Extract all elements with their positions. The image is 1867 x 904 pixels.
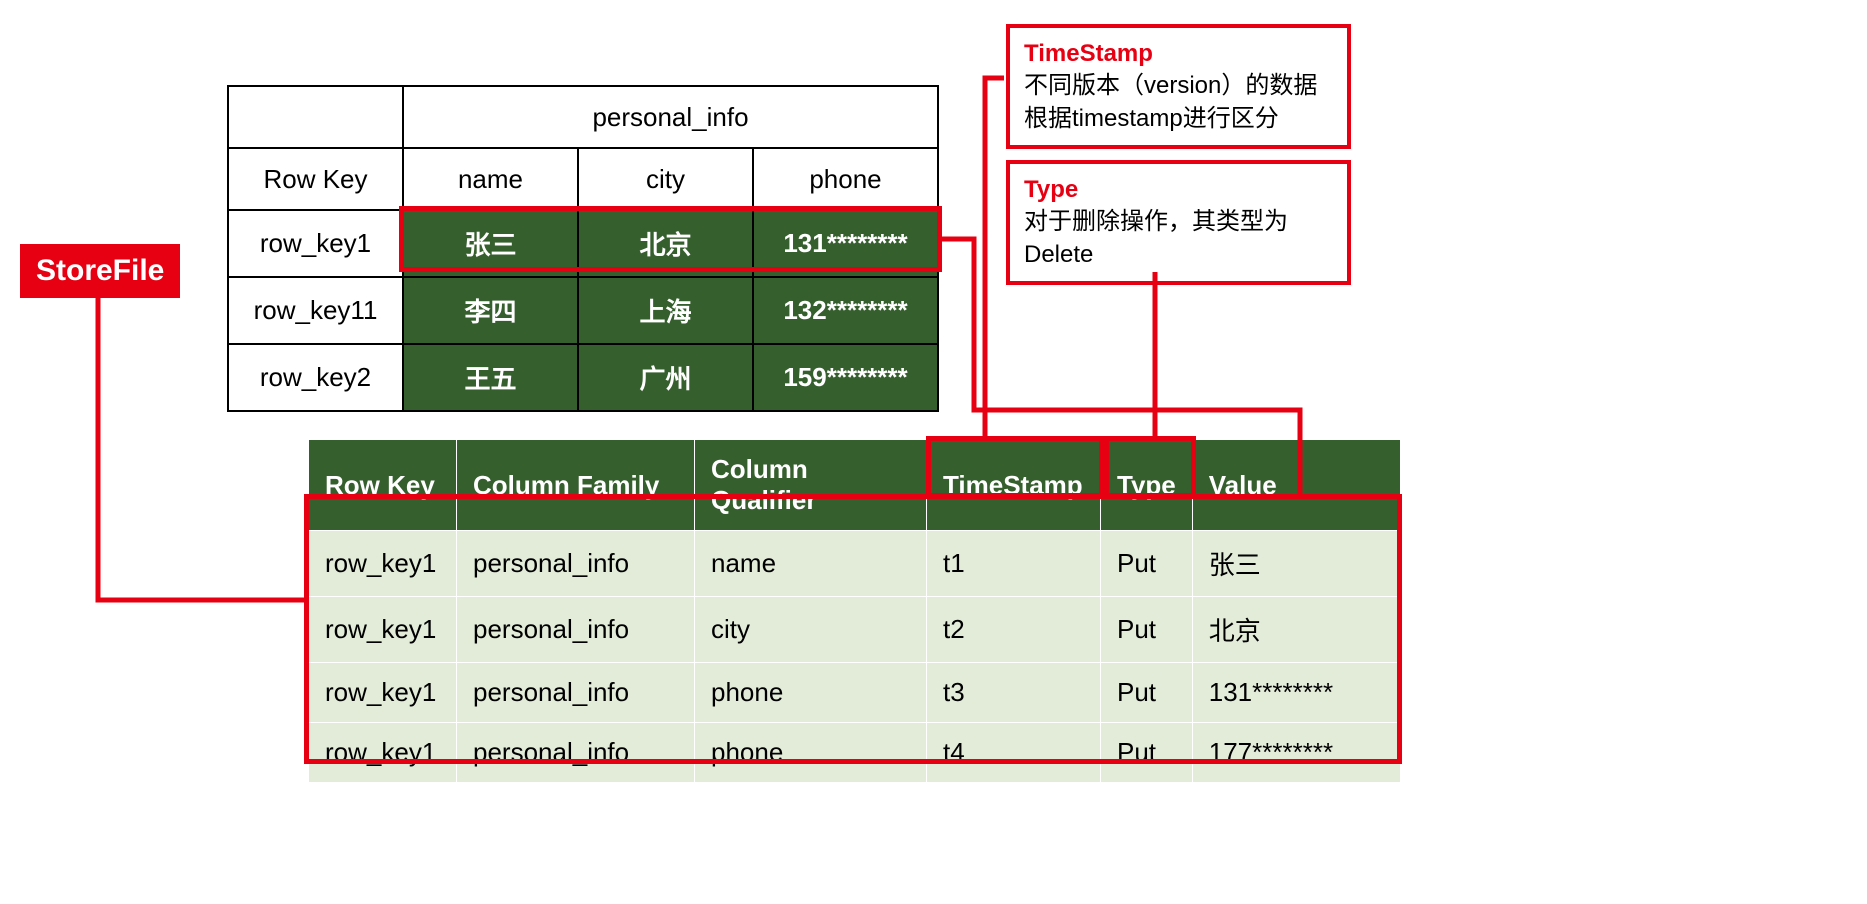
callout-timestamp: TimeStamp 不同版本（version）的数据根据timestamp进行区… bbox=[1006, 24, 1351, 149]
kv-type: Put bbox=[1101, 723, 1193, 783]
kv-cf: personal_info bbox=[457, 723, 695, 783]
phone-cell: 159******** bbox=[753, 344, 938, 411]
cf-header: personal_info bbox=[403, 86, 938, 148]
kv-rk: row_key1 bbox=[309, 663, 457, 723]
kv-type: Put bbox=[1101, 531, 1193, 597]
col-city-header: city bbox=[578, 148, 753, 210]
kv-value: 131******** bbox=[1192, 663, 1400, 723]
kv-header-value: Value bbox=[1192, 440, 1400, 531]
table-row: row_key1 personal_info name t1 Put 张三 bbox=[309, 531, 1401, 597]
phone-cell: 132******** bbox=[753, 277, 938, 344]
kv-cf: personal_info bbox=[457, 531, 695, 597]
kv-value: 177******** bbox=[1192, 723, 1400, 783]
kv-rk: row_key1 bbox=[309, 597, 457, 663]
callout-type: Type 对于删除操作，其类型为Delete bbox=[1006, 160, 1351, 285]
rowkey-cell: row_key11 bbox=[228, 277, 403, 344]
kv-cq: city bbox=[695, 597, 927, 663]
rowkey-cell: row_key1 bbox=[228, 210, 403, 277]
table-row: row_key1 张三 北京 131******** bbox=[228, 210, 938, 277]
col-name-header: name bbox=[403, 148, 578, 210]
name-cell: 王五 bbox=[403, 344, 578, 411]
kv-ts: t4 bbox=[927, 723, 1101, 783]
callout-type-title: Type bbox=[1024, 174, 1333, 206]
name-cell: 张三 bbox=[403, 210, 578, 277]
empty-header bbox=[228, 86, 403, 148]
col-phone-header: phone bbox=[753, 148, 938, 210]
callout-type-body: 对于删除操作，其类型为Delete bbox=[1024, 206, 1333, 271]
kv-type: Put bbox=[1101, 663, 1193, 723]
kv-type: Put bbox=[1101, 597, 1193, 663]
kv-table: Row Key Column Family Column Qualifier T… bbox=[308, 439, 1401, 783]
kv-cf: personal_info bbox=[457, 597, 695, 663]
kv-cq: phone bbox=[695, 663, 927, 723]
rowkey-header: Row Key bbox=[228, 148, 403, 210]
kv-cf: personal_info bbox=[457, 663, 695, 723]
rowkey-cell: row_key2 bbox=[228, 344, 403, 411]
kv-header-ts: TimeStamp bbox=[927, 440, 1101, 531]
table-row: row_key1 personal_info phone t4 Put 177*… bbox=[309, 723, 1401, 783]
storefile-label: StoreFile bbox=[20, 244, 180, 298]
kv-cq: name bbox=[695, 531, 927, 597]
name-cell: 李四 bbox=[403, 277, 578, 344]
kv-header-rowkey: Row Key bbox=[309, 440, 457, 531]
city-cell: 北京 bbox=[578, 210, 753, 277]
city-cell: 上海 bbox=[578, 277, 753, 344]
kv-value: 张三 bbox=[1192, 531, 1400, 597]
kv-rk: row_key1 bbox=[309, 531, 457, 597]
kv-ts: t3 bbox=[927, 663, 1101, 723]
kv-rk: row_key1 bbox=[309, 723, 457, 783]
kv-ts: t1 bbox=[927, 531, 1101, 597]
table-row: row_key2 王五 广州 159******** bbox=[228, 344, 938, 411]
kv-ts: t2 bbox=[927, 597, 1101, 663]
kv-header-cq: Column Qualifier bbox=[695, 440, 927, 531]
kv-header-cf: Column Family bbox=[457, 440, 695, 531]
table-row: row_key1 personal_info phone t3 Put 131*… bbox=[309, 663, 1401, 723]
callout-timestamp-title: TimeStamp bbox=[1024, 38, 1333, 70]
logical-table: personal_info Row Key name city phone ro… bbox=[227, 85, 939, 412]
kv-cq: phone bbox=[695, 723, 927, 783]
table-row: row_key1 personal_info city t2 Put 北京 bbox=[309, 597, 1401, 663]
kv-value: 北京 bbox=[1192, 597, 1400, 663]
city-cell: 广州 bbox=[578, 344, 753, 411]
callout-timestamp-body: 不同版本（version）的数据根据timestamp进行区分 bbox=[1024, 70, 1333, 135]
phone-cell: 131******** bbox=[753, 210, 938, 277]
kv-header-type: Type bbox=[1101, 440, 1193, 531]
table-row: row_key11 李四 上海 132******** bbox=[228, 277, 938, 344]
